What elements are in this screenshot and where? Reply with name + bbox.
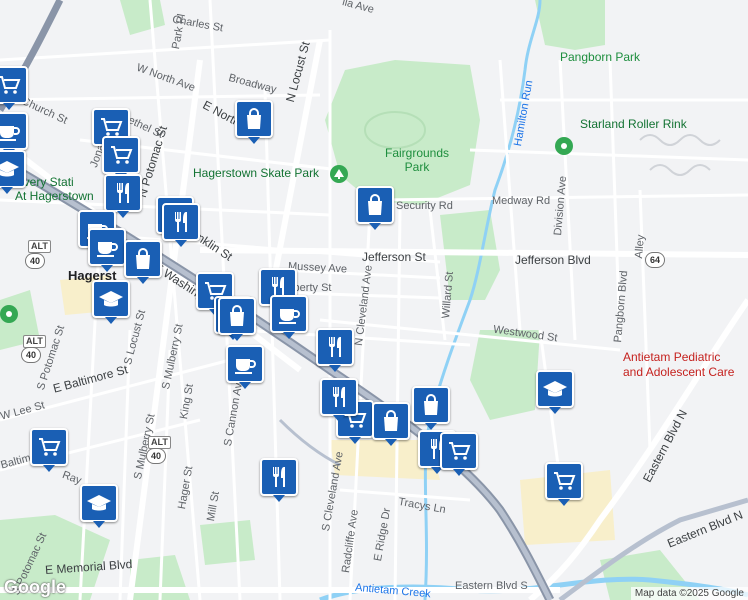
shopping-icon (130, 246, 156, 272)
skate-park-tree-icon[interactable] (330, 165, 348, 183)
grocery-icon (36, 434, 62, 460)
alt40-shield-number-a: 40 (25, 253, 45, 269)
restaurant-marker[interactable] (260, 458, 298, 502)
grocery-marker[interactable] (0, 66, 28, 110)
discovery-station-icon[interactable] (0, 305, 18, 323)
restaurant-icon (266, 464, 292, 490)
shopping-marker[interactable] (235, 100, 273, 144)
restaurant-marker[interactable] (320, 378, 358, 422)
grocery-marker[interactable] (30, 428, 68, 472)
alt40-shield-label-a: ALT (28, 240, 51, 253)
grocery-icon (446, 438, 472, 464)
shopping-icon (418, 392, 444, 418)
school-marker[interactable] (80, 484, 118, 528)
google-logo: Google (4, 577, 66, 597)
shopping-icon (224, 303, 250, 329)
street-label-eastern-blvd-s: Eastern Blvd S (455, 580, 528, 592)
restaurant-marker[interactable] (104, 174, 142, 218)
street-label-jefferson-st: Jefferson St (362, 250, 426, 264)
us64-shield: 64 (645, 252, 665, 268)
alt40-shield-number-b: 40 (21, 347, 41, 363)
shopping-marker[interactable] (372, 402, 410, 446)
place-label-antietam-pediatric-2: and Adolescent Care (623, 365, 735, 379)
school-marker[interactable] (0, 150, 26, 194)
school-marker[interactable] (92, 280, 130, 324)
place-label-pangborn-park: Pangborn Park (560, 50, 641, 64)
restaurant-icon (326, 384, 352, 410)
shopping-icon (362, 192, 388, 218)
street-label-security-rd: Security Rd (396, 200, 453, 212)
street-label-medway-rd: Medway Rd (492, 195, 551, 207)
coffee-marker[interactable] (0, 112, 28, 156)
grocery-marker[interactable] (102, 136, 140, 180)
alt40-shield-label-b: ALT (23, 335, 46, 348)
coffee-marker[interactable] (270, 295, 308, 339)
place-label-skate-park: Hagerstown Skate Park (193, 166, 320, 180)
school-marker[interactable] (536, 370, 574, 414)
roller-rink-pin-icon[interactable] (555, 137, 573, 155)
shopping-marker[interactable] (218, 297, 256, 341)
shopping-marker[interactable] (124, 240, 162, 284)
shopping-icon (378, 408, 404, 434)
restaurant-marker[interactable] (316, 328, 354, 372)
school-icon (98, 286, 124, 312)
coffee-icon (232, 351, 258, 377)
street-label-jefferson-blvd: Jefferson Blvd (515, 253, 591, 267)
school-icon (86, 490, 112, 516)
shopping-icon (241, 106, 267, 132)
coffee-marker[interactable] (226, 345, 264, 389)
place-label-discovery-station-2: At Hagerstown (15, 189, 94, 203)
coffee-marker[interactable] (88, 228, 126, 272)
place-label-starland-roller-rink: Starland Roller Rink (580, 117, 687, 131)
grocery-icon (0, 72, 22, 98)
school-icon (542, 376, 568, 402)
restaurant-icon (168, 209, 194, 235)
shopping-marker[interactable] (356, 186, 394, 230)
coffee-icon (276, 301, 302, 327)
school-icon (0, 156, 20, 182)
grocery-marker[interactable] (545, 462, 583, 506)
grocery-marker[interactable] (440, 432, 478, 476)
coffee-icon (0, 118, 22, 144)
place-label-antietam-pediatric-1: Antietam Pediatric (623, 350, 721, 364)
restaurant-marker[interactable] (162, 203, 200, 247)
grocery-icon (108, 142, 134, 168)
restaurant-icon (110, 180, 136, 206)
alt40-shield-label-c: ALT (148, 436, 171, 449)
place-label-fairgrounds-park: Fairgrounds Park (385, 146, 450, 174)
grocery-icon (551, 468, 577, 494)
map-canvas[interactable]: Charles St Park Pl Broadway W North Ave … (0, 0, 748, 600)
alt40-shield-number-c: 40 (146, 448, 166, 464)
restaurant-icon (322, 334, 348, 360)
shopping-marker[interactable] (412, 386, 450, 430)
map-attribution[interactable]: Map data ©2025 Google (630, 587, 748, 600)
coffee-icon (94, 234, 120, 260)
